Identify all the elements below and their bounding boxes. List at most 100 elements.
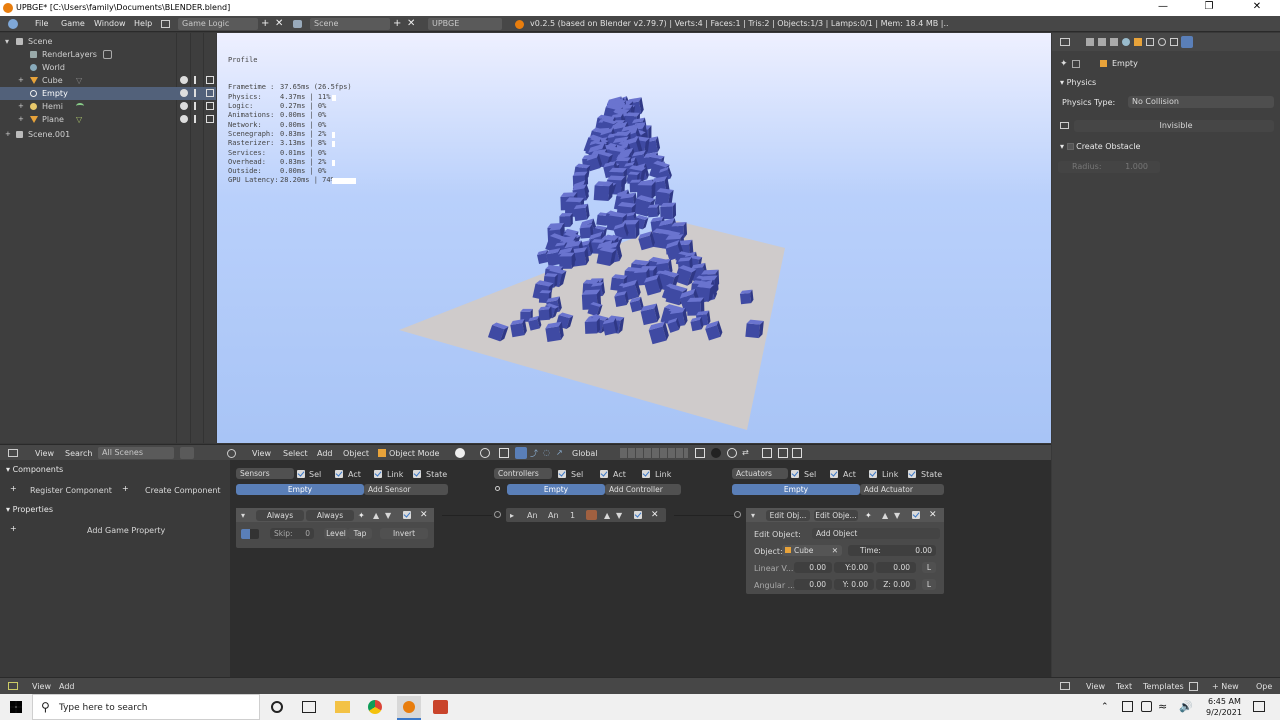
controller-output-socket[interactable]	[734, 511, 741, 518]
delete-layout-icon[interactable]: ✕	[275, 18, 283, 30]
sensors-dropdown[interactable]: Sensors	[236, 468, 294, 479]
linear-local-toggle[interactable]: L	[922, 562, 936, 573]
viewport-menu-object[interactable]: Object	[343, 449, 369, 458]
editor-type-icon[interactable]	[8, 449, 18, 457]
delete-scene-icon[interactable]: ✕	[407, 18, 415, 30]
menu-window[interactable]: Window	[94, 19, 126, 28]
outliner-item-empty[interactable]: Empty	[0, 87, 216, 100]
cortana-icon[interactable]	[271, 701, 283, 713]
orientation-icon[interactable]: ↗	[556, 448, 563, 457]
sensors-state-checkbox[interactable]	[413, 470, 421, 478]
controllers-dropdown[interactable]: Controllers	[494, 468, 552, 479]
menu-help[interactable]: Help	[134, 19, 152, 28]
add-actuator-dropdown[interactable]: Add Actuator	[860, 484, 944, 495]
manipulator-icon[interactable]	[499, 448, 509, 458]
controllers-link-checkbox[interactable]	[642, 470, 650, 478]
properties-panel-header[interactable]: ▾ Properties	[6, 505, 53, 514]
editor-type-icon[interactable]	[8, 682, 18, 690]
text-editor-icon[interactable]	[1060, 682, 1070, 690]
outliner-item-scene[interactable]: ▾ Scene	[0, 35, 216, 48]
sensors-object-button[interactable]: Empty	[236, 484, 364, 495]
file-explorer-icon[interactable]	[335, 701, 350, 713]
pin-icon[interactable]: ✦	[865, 511, 872, 520]
physics-tab-icon[interactable]	[1181, 36, 1193, 48]
visibility-eye-icon[interactable]	[180, 102, 188, 110]
render-icon[interactable]	[762, 448, 772, 458]
physics-panel-header[interactable]: ▾ Physics	[1056, 75, 1276, 91]
actuators-dropdown[interactable]: Actuators	[732, 468, 788, 479]
text-menu-templates[interactable]: Templates	[1143, 682, 1184, 691]
visibility-eye-icon[interactable]	[180, 76, 188, 84]
chrome-icon[interactable]	[368, 700, 382, 714]
outliner-item-plane[interactable]: + Plane ▽	[0, 113, 216, 126]
actuators-sel-checkbox[interactable]	[791, 470, 799, 478]
new-text-button[interactable]: + New	[1212, 682, 1239, 691]
screen-layout-field[interactable]: Game Logic	[178, 18, 258, 30]
visibility-eye-icon[interactable]	[180, 89, 188, 97]
rotate-icon[interactable]: ⤴	[530, 448, 538, 459]
actuators-state-checkbox[interactable]	[908, 470, 916, 478]
close-window-icon[interactable]: ✕	[1234, 1, 1280, 15]
collapse-arrow-icon[interactable]: ▾	[241, 511, 245, 520]
move-up-icon[interactable]: ▲	[882, 511, 888, 520]
taskbar-clock-time[interactable]: 6:45 AM	[1208, 697, 1241, 706]
pin-icon[interactable]: ✦	[1060, 59, 1068, 69]
windows-start-icon[interactable]	[10, 701, 22, 713]
level-toggle[interactable]: Level	[324, 528, 348, 539]
angular-local-toggle[interactable]: L	[922, 579, 936, 590]
invert-toggle[interactable]: Invert	[380, 528, 428, 539]
logic-menu-add[interactable]: Add	[59, 682, 75, 691]
sensor-name-field[interactable]: Always	[306, 510, 354, 521]
engine-field[interactable]: UPBGE	[428, 18, 502, 30]
logic-menu-view[interactable]: View	[32, 682, 51, 691]
sensor-type-dropdown[interactable]: Always	[256, 510, 304, 521]
open-text-button[interactable]: Ope	[1256, 682, 1272, 691]
add-game-property-button[interactable]: Add Game Property	[87, 526, 165, 535]
move-up-icon[interactable]: ▲	[373, 511, 379, 520]
object-picker[interactable]: Cube ✕	[782, 545, 842, 556]
world-tab-icon[interactable]	[1122, 38, 1130, 46]
shading-solid-icon[interactable]	[455, 448, 465, 458]
outliner-menu-search[interactable]: Search	[65, 449, 92, 458]
camera-icon[interactable]	[778, 448, 788, 458]
linear-z-field[interactable]: 0.00	[876, 562, 916, 573]
angular-y-field[interactable]: Y: 0.00	[834, 579, 874, 590]
render-icon[interactable]	[103, 50, 112, 59]
actuators-act-checkbox[interactable]	[830, 470, 838, 478]
snap-element-icon[interactable]: ⇄	[742, 448, 749, 457]
constraints-tab-icon[interactable]	[1146, 38, 1154, 46]
physics-type-dropdown[interactable]: No Collision	[1128, 96, 1274, 108]
render-tab-icon[interactable]	[1086, 38, 1094, 46]
outliner-item-hemi[interactable]: + Hemi	[0, 100, 216, 113]
show-hidden-icons[interactable]: ⌃	[1101, 702, 1109, 712]
task-view-icon[interactable]	[302, 701, 316, 713]
collapse-arrow-icon[interactable]: ▾	[751, 511, 755, 520]
controller-name-label[interactable]: An	[548, 511, 559, 520]
screen-layout-icon[interactable]	[161, 20, 170, 28]
viewport-menu-add[interactable]: Add	[317, 449, 333, 458]
render-camera-icon[interactable]	[206, 76, 214, 84]
clear-object-icon[interactable]: ✕	[832, 545, 838, 556]
3d-viewport[interactable]: Profile Frametime :37.65ms (26.5fps) Phys…	[217, 33, 1051, 443]
layer-lock-icon[interactable]	[695, 448, 705, 458]
scale-icon[interactable]: ◌	[543, 448, 550, 457]
controllers-sel-checkbox[interactable]	[558, 470, 566, 478]
data-tab-icon[interactable]	[1158, 38, 1166, 46]
texture-tab-icon[interactable]	[1170, 38, 1178, 46]
actuator-active-checkbox[interactable]	[912, 511, 920, 519]
angular-z-field[interactable]: Z: 0.00	[876, 579, 916, 590]
create-obstacle-panel-header[interactable]: ▾ Create Obstacle	[1056, 139, 1276, 155]
pivot-icon[interactable]	[480, 448, 490, 458]
device-icon[interactable]	[1122, 701, 1133, 712]
collapse-arrow-icon[interactable]: ▸	[510, 511, 514, 520]
select-cursor-icon[interactable]	[194, 89, 202, 97]
actuator-name-field[interactable]: Edit Obje...	[814, 510, 858, 521]
controller-type-label[interactable]: An	[527, 511, 538, 520]
controller-active-checkbox[interactable]	[634, 511, 642, 519]
scene-tab-icon[interactable]	[1110, 38, 1118, 46]
sensors-link-checkbox[interactable]	[374, 470, 382, 478]
battery-icon[interactable]	[1141, 701, 1152, 712]
outliner-item-scene-001[interactable]: + Scene.001	[0, 128, 216, 141]
add-scene-icon[interactable]: +	[393, 18, 401, 30]
layers-grid[interactable]	[620, 448, 688, 458]
